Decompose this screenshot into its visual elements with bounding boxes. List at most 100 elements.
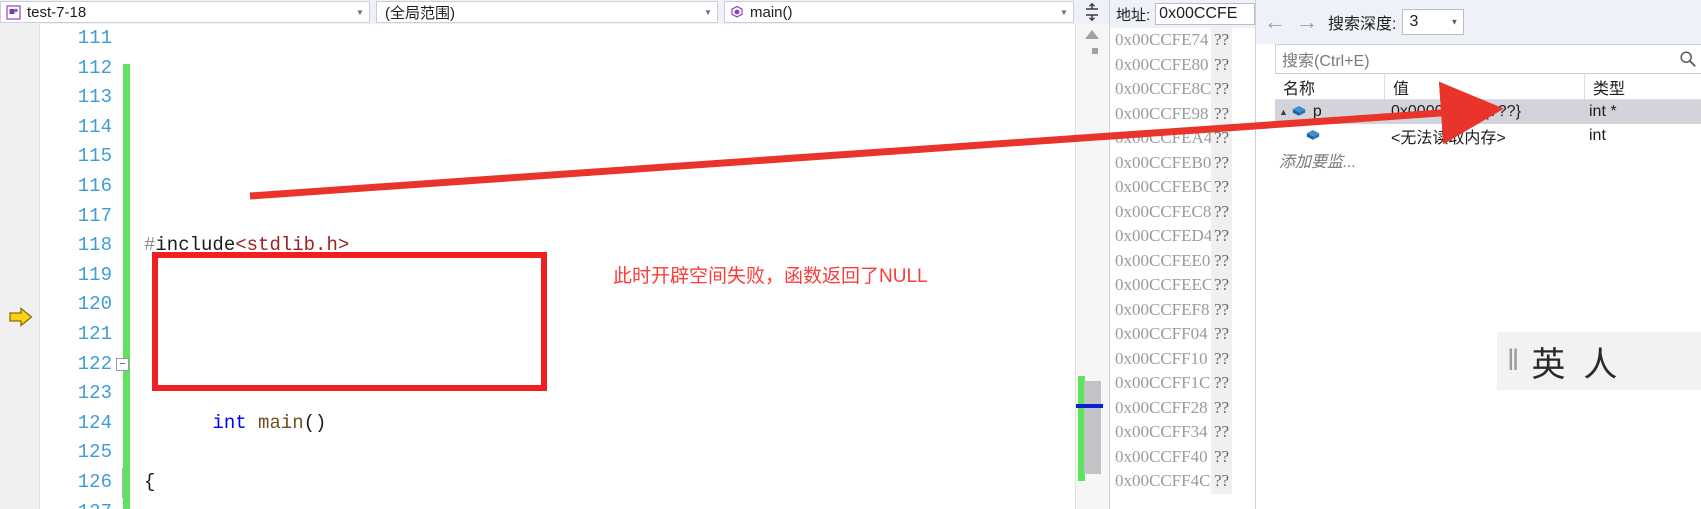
watch-add-row[interactable]: 添加要监... [1275,148,1701,172]
arrow-right-icon[interactable]: → [1296,9,1318,35]
memory-address: 0x00CCFEE0 [1115,250,1211,270]
watch-add-value[interactable] [1385,148,1585,172]
editor-toolbar: test-7-18 ▼ (全局范围) ▼ main() ▼ [0,0,1109,24]
memory-address-input[interactable]: 0x00CCFE [1155,3,1255,25]
memory-address: 0x00CCFF34 [1115,422,1208,441]
annotation-text: 此时开辟空间失败，函数返回了NULL [613,266,928,287]
memory-value: ?? [1211,126,1233,151]
line-number: 126 [77,470,112,493]
watch-variable-name-cell[interactable]: ▲ p [1275,100,1385,124]
variable-cube-icon [1305,129,1321,143]
annotation-highlight-box [152,252,547,391]
change-indicator-bar [123,24,130,509]
memory-row: 0x00CCFE74?? [1110,28,1255,53]
scope-selector-combo[interactable]: (全局范围) ▼ [376,1,718,23]
memory-address: 0x00CCFEA4 [1115,128,1213,147]
project-name: test-7-18 [27,3,87,21]
watch-search-placeholder: 搜索(Ctrl+E) [1282,53,1370,70]
line-number: 113 [77,86,112,109]
memory-value: ?? [1211,52,1233,77]
scrollbar-thumb[interactable] [1084,381,1101,474]
memory-value: ?? [1211,101,1233,126]
line-number: 121 [77,322,112,345]
memory-address: 0x00CCFF1C [1115,373,1211,392]
memory-value: ?? [1211,150,1233,175]
column-header-value[interactable]: 值 [1385,74,1585,99]
watch-add-placeholder[interactable]: 添加要监... [1275,148,1385,172]
column-header-type[interactable]: 类型 [1585,74,1701,99]
scope-name: (全局范围) [385,4,455,22]
code-line: { [122,467,1075,498]
memory-row: 0x00CCFF4C?? [1110,469,1255,494]
memory-row: 0x00CCFEA4?? [1110,126,1255,151]
memory-address: 0x00CCFED4 [1115,226,1213,245]
line-number: 123 [77,382,112,405]
function-selector-combo[interactable]: main() ▼ [724,1,1074,23]
memory-row: 0x00CCFF10?? [1110,346,1255,371]
scroll-up-arrow-icon[interactable] [1085,30,1099,39]
watch-row[interactable]: <无法读取内存> int [1275,124,1701,148]
column-header-name[interactable]: 名称 [1275,74,1385,99]
line-number: 112 [77,56,112,79]
watch-variable-name-cell[interactable] [1275,124,1385,148]
split-window-icon [1086,3,1098,21]
expand-triangle-icon[interactable]: ▲ [1279,107,1288,117]
project-selector-combo[interactable]: test-7-18 ▼ [0,1,370,23]
search-depth-combo[interactable]: 3 ▼ [1402,9,1465,35]
line-number: 117 [77,204,112,227]
chevron-down-icon[interactable]: ▼ [699,8,717,17]
watch-variable-name: p [1312,103,1322,120]
chevron-down-icon[interactable]: ▼ [1451,18,1459,27]
memory-value: ?? [1211,469,1233,494]
ime-mode-label[interactable]: 英 [1531,337,1565,386]
editor-scrollbar[interactable] [1075,24,1109,509]
ime-extra-label[interactable]: 人 [1583,337,1617,386]
memory-row: 0x00CCFE80?? [1110,52,1255,77]
line-number: 111 [77,27,112,49]
method-icon [730,5,744,19]
watch-variable-value[interactable]: 0x00000000 {???} [1385,100,1585,124]
line-number: 125 [77,441,112,464]
line-number: 118 [77,234,112,257]
memory-address: 0x00CCFEC8 [1115,201,1212,221]
memory-value: ?? [1211,248,1233,273]
memory-window: 地址: 0x00CCFE 0x00CCFE74?? 0x00CCFE80?? 0… [1109,0,1255,509]
chevron-down-icon[interactable]: ▼ [351,8,369,17]
ime-separator-icon: ‖ [1507,344,1520,377]
memory-value: ?? [1211,346,1233,371]
memory-value: ?? [1211,371,1233,396]
breakpoint-gutter[interactable] [0,24,40,509]
memory-row: 0x00CCFED4?? [1110,224,1255,249]
watch-toolbar: ← → 搜索深度: 3 ▼ [1256,0,1701,44]
memory-address: 0x00CCFF40 [1115,446,1208,466]
memory-row: 0x00CCFF28?? [1110,395,1255,420]
variable-cube-icon [1291,105,1307,119]
ime-indicator[interactable]: ‖ 英 人 [1497,332,1701,390]
memory-value: ?? [1211,444,1233,469]
watch-search-box[interactable]: 搜索(Ctrl+E) [1275,44,1701,74]
memory-address-label: 地址: [1116,6,1151,24]
memory-address: 0x00CCFE98 [1115,103,1209,123]
watch-row[interactable]: ▲ p 0x00000000 {???} int * [1275,100,1701,124]
memory-value: ?? [1211,224,1233,249]
code-editor[interactable]: 111 112 113 114 115 116 117 118 119 120 … [0,24,1075,509]
memory-value: ?? [1211,395,1233,420]
chevron-down-icon[interactable]: ▼ [1055,8,1073,17]
magnifier-icon[interactable] [1675,50,1701,68]
watch-variable-value[interactable]: <无法读取内存> [1385,124,1585,148]
memory-row: 0x00CCFF40?? [1110,444,1255,469]
memory-address: 0x00CCFE8C [1115,79,1212,98]
function-name: main() [750,3,793,21]
watch-add-type [1585,148,1701,172]
memory-value: ?? [1211,273,1233,298]
memory-rows: 0x00CCFE74?? 0x00CCFE80?? 0x00CCFE8C?? 0… [1110,28,1255,509]
split-window-button[interactable] [1080,0,1104,24]
search-depth-label: 搜索深度: [1328,16,1397,33]
scrollbar-position-marker [1076,404,1103,408]
memory-address: 0x00CCFF4C [1115,471,1211,490]
memory-row: 0x00CCFF1C?? [1110,371,1255,396]
memory-address: 0x00CCFEEC [1115,275,1214,294]
arrow-left-icon[interactable]: ← [1264,9,1286,35]
collapse-toggle-icon[interactable]: − [116,357,129,371]
